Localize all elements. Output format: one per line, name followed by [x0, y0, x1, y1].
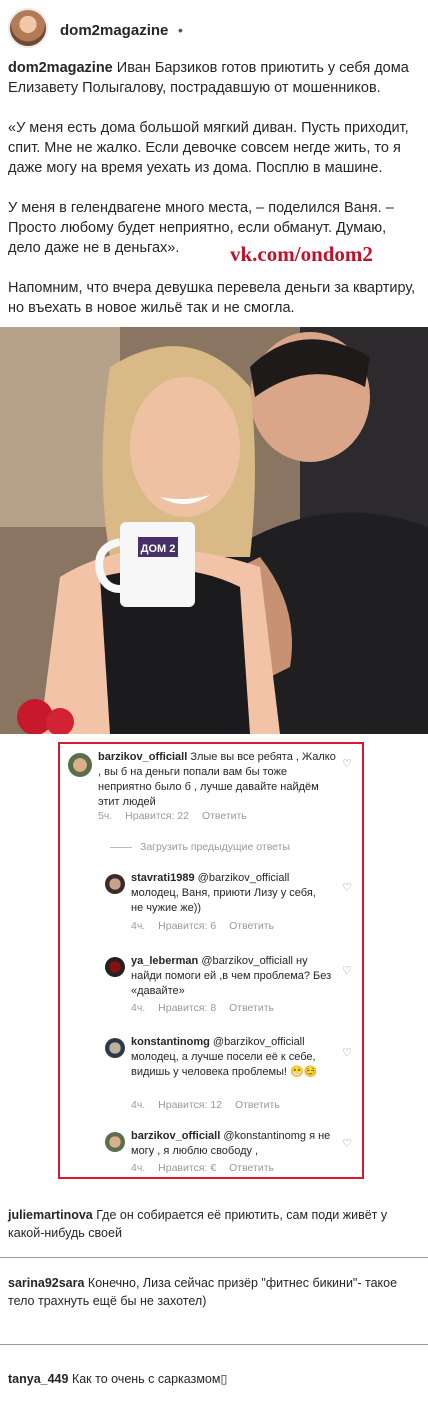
reply-comment: barzikov_officiall @konstantinomg я не м… [131, 1129, 336, 1159]
comment-meta: 5ч. Нравится: 22 Ответить [98, 810, 257, 822]
reply-button[interactable]: Ответить [235, 1099, 280, 1111]
caption-paragraph-4: Напомним, что вчера девушка перевела ден… [8, 280, 416, 316]
post-username[interactable]: dom2magazine [60, 22, 168, 39]
post-caption: dom2magazine Иван Барзиков готов приютит… [8, 58, 420, 338]
reply-comment: ya_leberman @barzikov_officiall ну найди… [131, 954, 336, 999]
reply-button[interactable]: Ответить [202, 810, 247, 822]
reply-button[interactable]: Ответить [229, 1162, 274, 1174]
comments-screenshot: barzikov_officiall Злые вы все ребята , … [58, 742, 364, 1179]
reply-time: 4ч. [131, 1162, 146, 1174]
reply-likes[interactable]: Нравится: € [158, 1162, 216, 1174]
comment-item: sarina92sara Конечно, Лиза сейчас призёр… [8, 1274, 420, 1310]
reply-time: 4ч. [131, 920, 146, 932]
reply-username[interactable]: ya_leberman [131, 955, 198, 967]
reply-button[interactable]: Ответить [229, 1002, 274, 1014]
caption-paragraph-2: «У меня есть дома большой мягкий диван. … [8, 120, 409, 176]
divider [0, 1257, 428, 1258]
reply-likes[interactable]: Нравится: 8 [158, 1002, 216, 1014]
heart-icon[interactable]: ♡ [342, 1046, 352, 1059]
reply-meta: 4ч. Нравится: € Ответить [131, 1162, 284, 1174]
comment-item: tanya_449 Как то очень с сарказмом▯ [8, 1370, 420, 1388]
reply-username[interactable]: stavrati1989 [131, 872, 195, 884]
heart-icon[interactable]: ♡ [342, 881, 352, 894]
load-more-replies[interactable]: Загрузить предыдущие ответы [110, 841, 290, 853]
heart-icon[interactable]: ♡ [342, 1137, 352, 1150]
reply-meta: 4ч. Нравится: 8 Ответить [131, 1002, 284, 1014]
reply-time: 4ч. [131, 1002, 146, 1014]
watermark: vk.com/ondom2 [230, 242, 373, 266]
mug-logo: ДОМ 2 [141, 543, 176, 555]
comment-item: juliemartinova Где он собирается её прию… [8, 1206, 420, 1242]
reply-username[interactable]: barzikov_officiall [131, 1130, 220, 1142]
comment-text: Как то очень с сарказмом▯ [68, 1372, 228, 1386]
reply-button[interactable]: Ответить [229, 920, 274, 932]
heart-icon[interactable]: ♡ [342, 964, 352, 977]
caption-paragraph-1: dom2magazine Иван Барзиков готов приютит… [8, 58, 420, 98]
reply-avatar[interactable] [105, 1132, 125, 1152]
reply-comment: stavrati1989 @barzikov_officiall молодец… [131, 871, 331, 916]
reply-meta: 4ч. Нравится: 6 Ответить [131, 920, 284, 932]
comment-time: 5ч. [98, 810, 113, 822]
post-photo: ДОМ 2 [0, 327, 428, 734]
post-header: dom2magazine • [0, 0, 428, 60]
separator-dot: • [178, 22, 183, 38]
reply-likes[interactable]: Нравится: 12 [158, 1099, 222, 1111]
comment-username[interactable]: tanya_449 [8, 1372, 68, 1386]
avatar[interactable] [8, 8, 48, 48]
reply-username[interactable]: konstantinomg [131, 1036, 210, 1048]
reply-avatar[interactable] [105, 874, 125, 894]
comment-username[interactable]: barzikov_officiall [98, 751, 187, 763]
main-comment: barzikov_officiall Злые вы все ребята , … [98, 750, 338, 810]
reply-comment: konstantinomg @barzikov_officiall молоде… [131, 1035, 336, 1080]
comment-avatar[interactable] [68, 753, 92, 777]
reply-time: 4ч. [131, 1099, 146, 1111]
reply-avatar[interactable] [105, 1038, 125, 1058]
comment-username[interactable]: sarina92sara [8, 1276, 84, 1290]
divider [0, 1344, 428, 1345]
comment-likes[interactable]: Нравится: 22 [125, 810, 189, 822]
reply-avatar[interactable] [105, 957, 125, 977]
heart-icon[interactable]: ♡ [342, 757, 352, 770]
caption-username[interactable]: dom2magazine [8, 60, 113, 76]
comment-username[interactable]: juliemartinova [8, 1208, 93, 1222]
photo-illustration: ДОМ 2 [0, 327, 428, 734]
reply-meta: 4ч. Нравится: 12 Ответить [131, 1099, 290, 1111]
reply-likes[interactable]: Нравится: 6 [158, 920, 216, 932]
